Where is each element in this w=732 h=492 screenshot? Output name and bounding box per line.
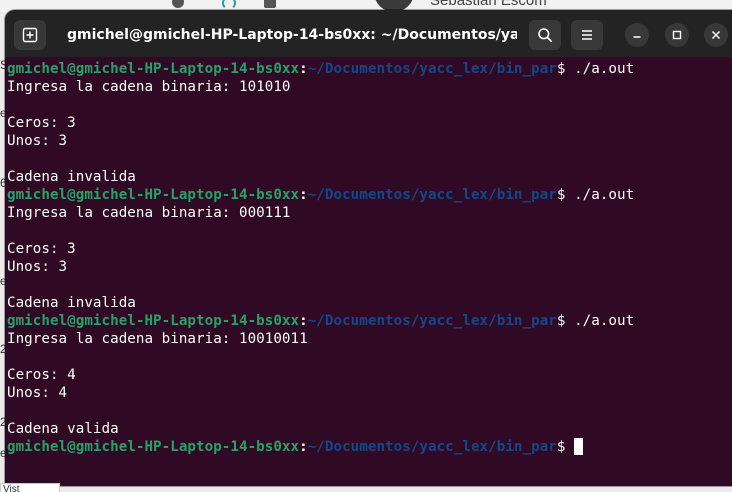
terminal-output[interactable]: gmichel@gmichel-HP-Laptop-14-bs0xx:~/Doc…: [7, 60, 731, 486]
command-text: ./a.out: [574, 313, 635, 329]
output-line: Ingresa la cadena binaria: 10010011: [7, 331, 308, 347]
prompt-line: gmichel@gmichel-HP-Laptop-14-bs0xx:~/Doc…: [7, 438, 731, 456]
output-line: Ceros: 3: [7, 241, 76, 257]
prompt-user-host: gmichel@gmichel-HP-Laptop-14-bs0xx: [7, 313, 300, 329]
prompt-colon: :: [299, 313, 308, 329]
terminal-titlebar[interactable]: gmichel@gmichel-HP-Laptop-14-bs0xx: ~/Do…: [5, 10, 732, 57]
prompt-path: ~/Documentos/yacc_lex/bin_par: [307, 187, 557, 203]
prompt-path: ~/Documentos/yacc_lex/bin_par: [307, 313, 557, 329]
minimize-button[interactable]: [625, 23, 649, 47]
output-line: Unos: 3: [7, 259, 68, 275]
output-line: Ceros: 3: [7, 115, 76, 131]
prompt-colon: :: [299, 439, 308, 455]
prompt-user-host: gmichel@gmichel-HP-Laptop-14-bs0xx: [7, 439, 300, 455]
prompt-path: ~/Documentos/yacc_lex/bin_par: [307, 61, 557, 77]
new-tab-icon: [22, 27, 38, 43]
minimize-icon: [633, 36, 641, 38]
desktop-screen: Sebastian Escom S e 6 e 2 2 e gmichel@gm…: [0, 0, 732, 492]
menu-button[interactable]: [571, 20, 603, 50]
text-cursor: [574, 438, 584, 455]
prompt-line: gmichel@gmichel-HP-Laptop-14-bs0xx:~/Doc…: [7, 186, 731, 204]
command-text: ./a.out: [574, 61, 635, 77]
output-line: Unos: 3: [7, 133, 68, 149]
close-button[interactable]: [704, 23, 728, 47]
search-button[interactable]: [529, 20, 561, 50]
prompt-user-host: gmichel@gmichel-HP-Laptop-14-bs0xx: [7, 61, 300, 77]
output-line: Cadena invalida: [7, 169, 136, 185]
maximize-icon: [672, 30, 682, 40]
prompt-dollar: $: [556, 61, 575, 77]
search-icon: [538, 28, 553, 43]
command-text: ./a.out: [574, 187, 635, 203]
prompt-dollar: $: [556, 439, 575, 455]
hamburger-menu-icon: [582, 30, 592, 40]
background-document-icon: [264, 0, 276, 8]
close-icon: [711, 30, 721, 40]
output-line: Cadena valida: [7, 421, 119, 437]
prompt-path: ~/Documentos/yacc_lex/bin_par: [307, 439, 557, 455]
window-title: gmichel@gmichel-HP-Laptop-14-bs0xx: ~/Do…: [67, 27, 517, 43]
output-line: Unos: 4: [7, 385, 68, 401]
prompt-dollar: $: [556, 313, 575, 329]
output-line: Ceros: 4: [7, 367, 76, 383]
prompt-user-host: gmichel@gmichel-HP-Laptop-14-bs0xx: [7, 187, 300, 203]
output-line: Ingresa la cadena binaria: 000111: [7, 205, 291, 221]
prompt-line: gmichel@gmichel-HP-Laptop-14-bs0xx:~/Doc…: [7, 60, 731, 78]
prompt-dollar: $: [556, 187, 575, 203]
maximize-button[interactable]: [665, 23, 689, 47]
prompt-colon: :: [299, 187, 308, 203]
prompt-line: gmichel@gmichel-HP-Laptop-14-bs0xx:~/Doc…: [7, 312, 731, 330]
new-tab-button[interactable]: [14, 20, 46, 50]
background-user-name: Sebastian Escom: [430, 0, 547, 9]
output-line: Cadena invalida: [7, 295, 136, 311]
background-text-box: Vist: [0, 483, 60, 492]
prompt-colon: :: [299, 61, 308, 77]
terminal-window[interactable]: gmichel@gmichel-HP-Laptop-14-bs0xx: ~/Do…: [5, 10, 732, 486]
output-line: Ingresa la cadena binaria: 101010: [7, 79, 291, 95]
